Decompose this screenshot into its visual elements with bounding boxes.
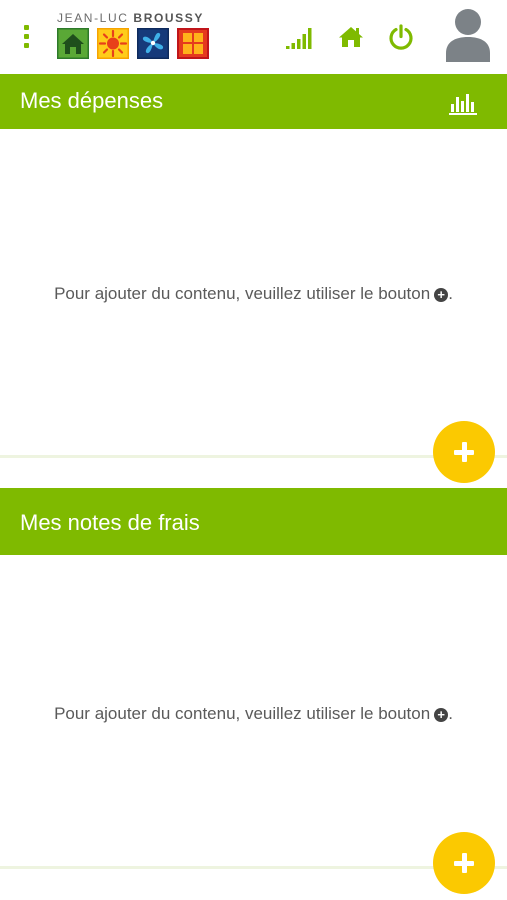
house-tile-icon: [57, 28, 89, 59]
empty-message-text: Pour ajouter du contenu, veuillez utilis…: [54, 704, 431, 723]
bar-chart-icon[interactable]: [449, 93, 477, 115]
menu-icon[interactable]: [21, 25, 31, 49]
add-depense-button[interactable]: [433, 421, 495, 483]
app-header: JEAN-LUC BROUSSY: [0, 0, 507, 74]
brand-prefix: JEAN-LUC: [57, 11, 129, 25]
section-divider: [0, 455, 507, 458]
empty-state-message: Pour ajouter du contenu, veuillez utilis…: [0, 704, 507, 724]
home-icon[interactable]: [338, 25, 364, 49]
brand-logo: JEAN-LUC BROUSSY: [55, 11, 215, 63]
empty-message-text: Pour ajouter du contenu, veuillez utilis…: [54, 284, 431, 303]
power-icon[interactable]: [388, 24, 414, 50]
user-avatar-icon[interactable]: [444, 7, 492, 62]
message-period: .: [448, 284, 453, 303]
section-title: Mes dépenses: [20, 88, 164, 113]
section-header-notes-de-frais: Mes notes de frais: [0, 488, 507, 555]
plus-circle-icon: +: [434, 288, 449, 302]
brand-text: JEAN-LUC BROUSSY: [57, 11, 204, 25]
fan-tile-icon: [137, 28, 169, 59]
window-tile-icon: [177, 28, 209, 59]
section-header-depenses: Mes dépenses: [0, 74, 507, 129]
message-period: .: [448, 704, 453, 723]
add-note-de-frais-button[interactable]: [433, 832, 495, 894]
brand-name: BROUSSY: [133, 11, 204, 25]
sun-tile-icon: [97, 28, 129, 59]
signal-icon[interactable]: [286, 26, 314, 50]
empty-state-message: Pour ajouter du contenu, veuillez utilis…: [0, 284, 507, 304]
section-divider: [0, 866, 507, 869]
section-title: Mes notes de frais: [20, 510, 200, 535]
plus-circle-icon: +: [434, 708, 449, 722]
